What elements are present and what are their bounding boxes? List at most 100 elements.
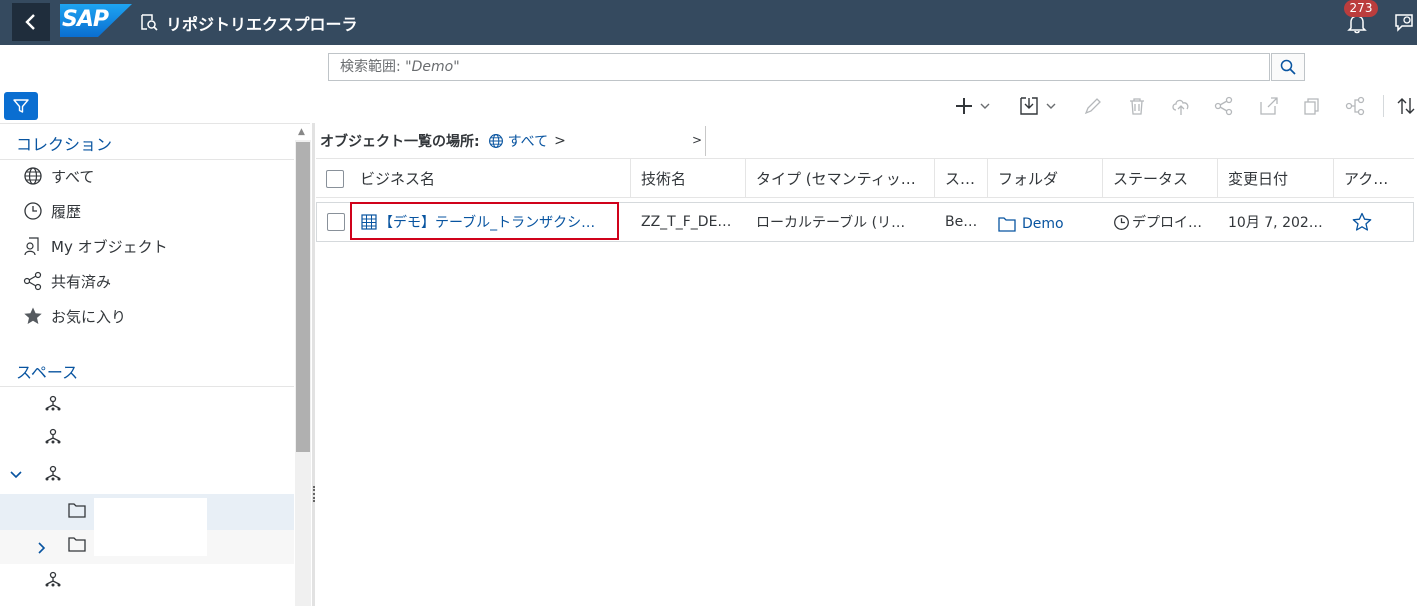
splitter-grip-icon[interactable]	[313, 486, 315, 502]
actions-cell	[1334, 203, 1414, 241]
deploy-button[interactable]	[1170, 94, 1192, 118]
edit-button[interactable]	[1083, 94, 1103, 118]
chevron-down-icon	[980, 103, 990, 109]
share-icon	[23, 271, 42, 291]
funnel-icon	[13, 99, 29, 113]
chevron-down-icon[interactable]	[10, 469, 22, 481]
back-button[interactable]	[12, 3, 50, 41]
chevron-left-icon	[25, 14, 35, 30]
space-item[interactable]	[0, 388, 294, 420]
column-header-changed-on[interactable]: 変更日付	[1217, 159, 1334, 198]
toolbar-divider	[1383, 95, 1384, 117]
folder-item-selected[interactable]	[0, 494, 294, 530]
add-button[interactable]	[954, 94, 992, 118]
table-row[interactable]: 【デモ】テーブル_トランザクシ… ZZ_T_F_DE… ローカルテーブル (リ……	[316, 202, 1414, 242]
space-item[interactable]	[0, 566, 294, 598]
space-item-expanded[interactable]	[0, 459, 294, 491]
search-button[interactable]	[1271, 53, 1305, 81]
column-header-technical-name[interactable]: 技術名	[630, 159, 745, 198]
left-panel-scroll-thumb[interactable]	[296, 142, 310, 452]
star-outline-icon[interactable]	[1352, 212, 1372, 232]
cloud-upload-icon	[1172, 99, 1189, 115]
search-scope-value: "Demo"	[405, 59, 460, 75]
status-text: デプロイ…	[1132, 215, 1202, 231]
technical-name-cell: ZZ_T_F_DE…	[641, 214, 732, 230]
scroll-up-arrow-icon[interactable]: ▲	[298, 127, 305, 137]
collections-divider	[0, 159, 294, 160]
collection-item-favorites[interactable]: お気に入り	[22, 301, 292, 331]
column-header-actions[interactable]: アク…	[1333, 159, 1414, 198]
copy-button[interactable]	[1301, 94, 1321, 118]
space-cell: Be…	[945, 214, 978, 230]
breadcrumb-separator: >	[554, 133, 566, 149]
column-header-business-name[interactable]: ビジネス名	[350, 159, 631, 198]
collections-title: コレクション	[16, 135, 113, 154]
sap-logo-text: SAP	[62, 7, 109, 32]
sort-button[interactable]	[1396, 94, 1416, 118]
folder-link[interactable]: Demo	[1022, 216, 1064, 232]
space-icon	[45, 465, 61, 481]
collection-item-label: すべて	[51, 167, 95, 186]
impact-lineage-button[interactable]	[1345, 94, 1365, 118]
table-icon	[361, 214, 377, 230]
space-icon	[45, 571, 61, 587]
redacted-breadcrumb-segment	[705, 126, 815, 156]
import-button[interactable]	[1018, 94, 1058, 118]
folder-icon	[998, 217, 1016, 232]
pencil-icon	[1084, 98, 1101, 115]
space-icon	[45, 395, 61, 411]
collection-item-history[interactable]: 履歴	[22, 196, 292, 226]
delete-button[interactable]	[1127, 94, 1147, 118]
sap-logo[interactable]: SAP	[60, 4, 132, 37]
clock-icon	[24, 202, 42, 220]
folder-cell[interactable]: Demo	[988, 203, 1103, 241]
changed-on-cell: 10月 7, 202…	[1228, 215, 1323, 231]
breadcrumb-label: オブジェクト一覧の場所:	[320, 134, 480, 150]
search-scope-label: 検索範囲:	[340, 59, 401, 75]
folder-item[interactable]	[0, 530, 294, 564]
breadcrumb-link-all[interactable]: すべて	[488, 131, 548, 151]
collection-item-label: 履歴	[51, 202, 82, 221]
user-objects-icon	[24, 237, 39, 256]
row-select-checkbox[interactable]	[327, 213, 345, 231]
left-panel-top-divider	[0, 123, 310, 124]
column-header-type[interactable]: タイプ (セマンティッ…	[745, 159, 935, 198]
row-select-cell	[317, 203, 351, 241]
globe-icon	[488, 134, 503, 148]
feedback-icon[interactable]	[1393, 11, 1415, 33]
collection-item-my-objects[interactable]: My オブジェクト	[22, 231, 292, 261]
redacted-breadcrumb-segment	[584, 126, 692, 156]
select-all-checkbox[interactable]	[326, 169, 344, 188]
spaces-divider	[0, 386, 294, 387]
move-button[interactable]	[1258, 94, 1280, 118]
globe-icon	[24, 167, 42, 185]
star-icon	[24, 307, 42, 324]
business-name-link[interactable]: 【デモ】テーブル_トランザクシ…	[379, 212, 595, 232]
chevron-right-icon[interactable]	[36, 542, 48, 554]
collection-item-label: My オブジェクト	[51, 237, 168, 256]
search-input[interactable]: 検索範囲: "Demo"	[328, 53, 1270, 81]
column-header-space[interactable]: ス…	[934, 159, 987, 198]
filter-button[interactable]	[4, 92, 38, 120]
redacted-folder-name	[94, 530, 207, 556]
shell-bar: SAP リポジトリエクスプローラ 273	[0, 0, 1417, 45]
object-table: ビジネス名 技術名 タイプ (セマンティッ… ス… フォルダ ステータス 変更日…	[316, 158, 1414, 242]
share-button[interactable]	[1214, 94, 1234, 118]
redacted-folder-name	[94, 498, 207, 530]
move-to-folder-icon	[1260, 97, 1278, 115]
business-name-cell[interactable]: 【デモ】テーブル_トランザクシ…	[351, 203, 619, 241]
space-item[interactable]	[0, 421, 294, 453]
collection-item-all[interactable]: すべて	[22, 161, 292, 191]
sort-icon	[1397, 98, 1415, 114]
column-header-folder[interactable]: フォルダ	[987, 159, 1103, 198]
column-header-status[interactable]: ステータス	[1102, 159, 1218, 198]
collection-item-shared[interactable]: 共有済み	[22, 266, 292, 296]
table-header: ビジネス名 技術名 タイプ (セマンティッ… ス… フォルダ ステータス 変更日…	[316, 158, 1414, 198]
hierarchy-icon	[1345, 96, 1365, 116]
folder-icon	[68, 537, 86, 552]
select-all-cell	[316, 159, 350, 198]
search-icon	[1280, 59, 1296, 75]
chevron-down-icon	[1046, 103, 1056, 109]
folder-icon	[68, 503, 86, 518]
panel-splitter[interactable]	[312, 123, 315, 606]
